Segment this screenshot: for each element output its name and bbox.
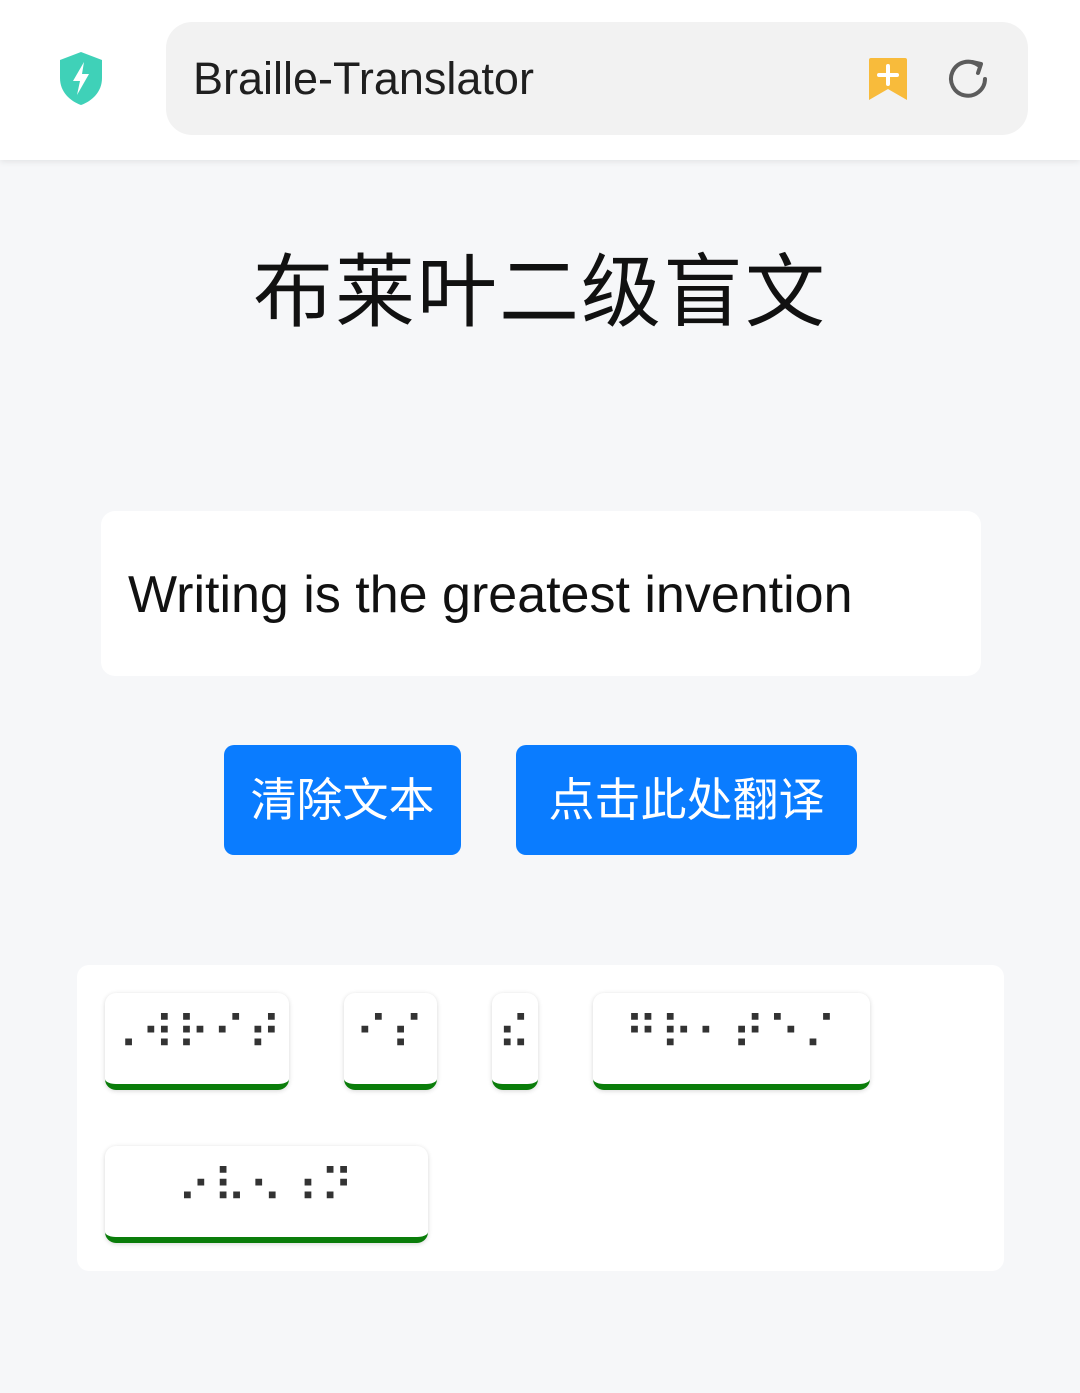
braille-word: ⠮: [497, 1006, 533, 1060]
clear-text-button[interactable]: 清除文本: [224, 745, 461, 855]
address-bar[interactable]: Braille-Translator: [166, 22, 1028, 135]
translate-button[interactable]: 点击此处翻译: [516, 745, 857, 855]
text-input-value[interactable]: Writing is the greatest invention: [128, 563, 853, 627]
braille-output-panel: ⠠⠺⠗⠊⠞⠬ ⠊⠎ ⠮ ⠛⠗⠂⠞⠑⠌ ⠔⠧⠢⠰⠝: [77, 965, 1004, 1271]
braille-word-card: ⠠⠺⠗⠊⠞⠬: [105, 993, 289, 1090]
page-url-title[interactable]: Braille-Translator: [193, 52, 534, 106]
bookmark-add-icon[interactable]: [866, 55, 910, 103]
braille-word: ⠊⠎: [354, 1006, 427, 1060]
text-input-field[interactable]: Writing is the greatest invention: [101, 511, 981, 676]
braille-word: ⠛⠗⠂⠞⠑⠌: [624, 1006, 839, 1060]
browser-top-bar: Braille-Translator: [0, 0, 1080, 160]
refresh-icon[interactable]: [945, 56, 991, 102]
braille-word: ⠔⠧⠢⠰⠝: [177, 1159, 356, 1213]
braille-word-card: ⠊⠎: [344, 993, 437, 1090]
braille-word: ⠠⠺⠗⠊⠞⠬: [105, 1006, 289, 1060]
braille-word-card: ⠛⠗⠂⠞⠑⠌: [593, 993, 870, 1090]
page-title: 布莱叶二级盲文: [253, 246, 827, 339]
braille-word-card: ⠮: [492, 993, 538, 1090]
shield-bolt-icon[interactable]: [56, 50, 106, 106]
braille-word-card: ⠔⠧⠢⠰⠝: [105, 1146, 428, 1243]
